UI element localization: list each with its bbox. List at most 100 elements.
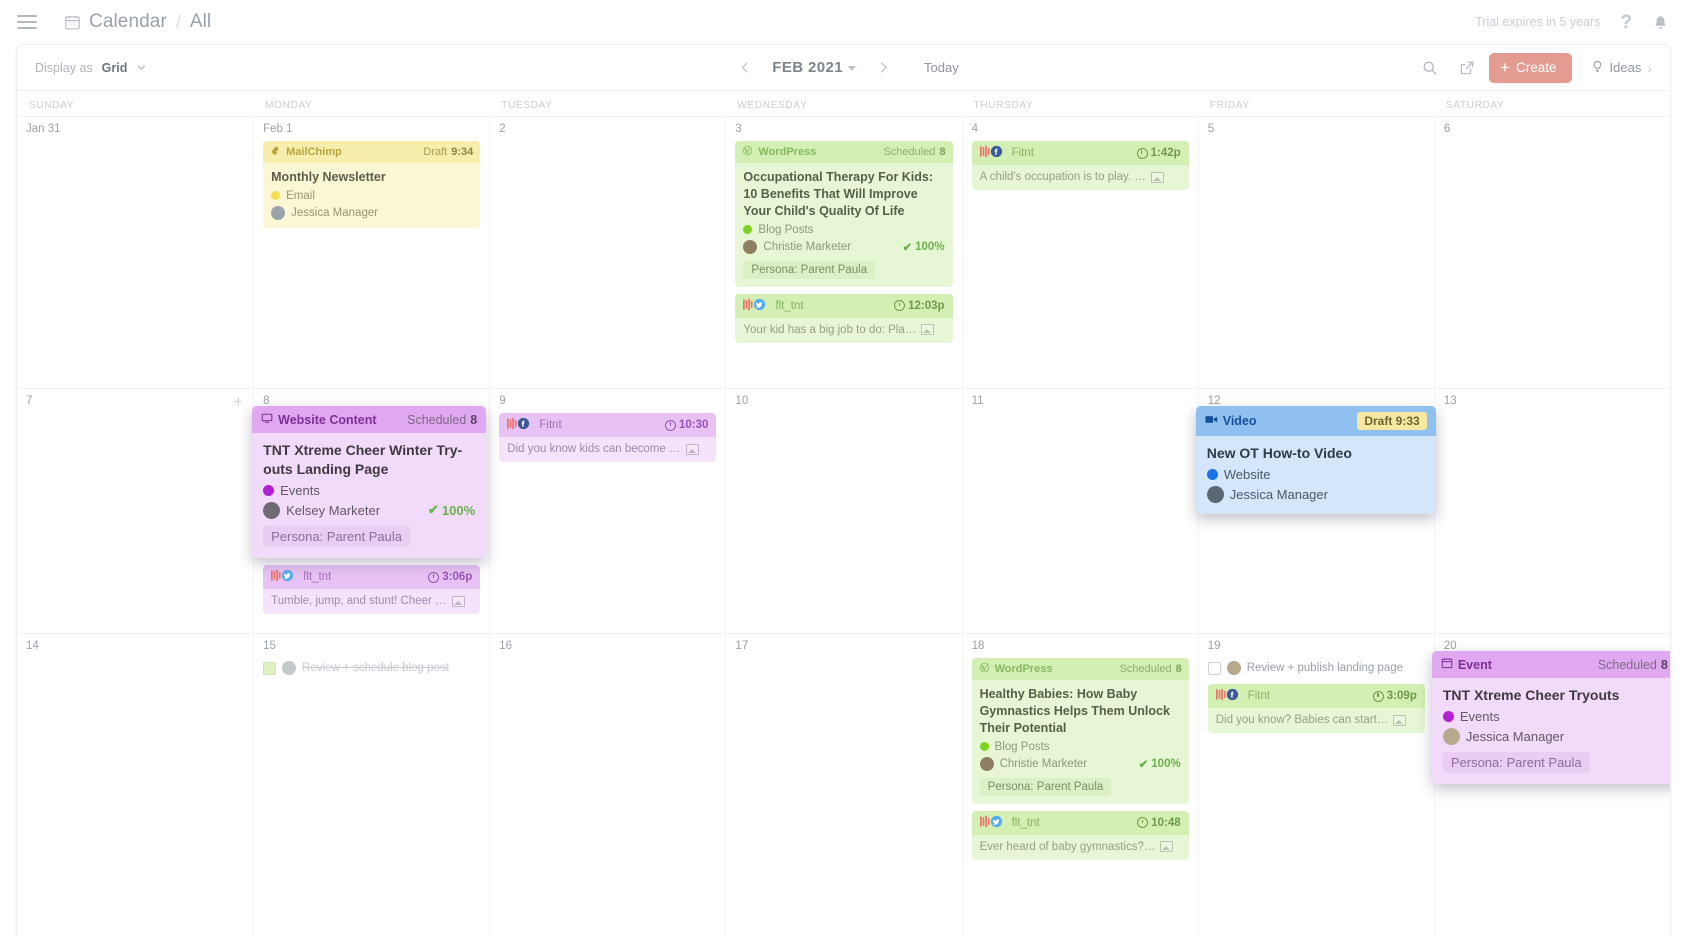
weekday-sunday: SUNDAY <box>29 100 75 111</box>
social-card-body: Did you know? Babies can start… <box>1207 708 1425 733</box>
day-cell-feb-1[interactable]: Feb 1 MailChimp Draft 9:34 Monthly Newsl… <box>253 117 489 388</box>
social-text: Ever heard of baby gymnastics?… <box>979 840 1156 853</box>
day-number: 19 <box>1207 640 1221 652</box>
card-tag: Persona: Parent Paula <box>1442 751 1590 773</box>
day-cell-feb-16[interactable]: 16 <box>489 634 725 936</box>
add-content-button[interactable]: + <box>233 393 243 410</box>
day-cell-feb-12[interactable]: 12 Video Draft 9:33 New OT How-to Video … <box>1195 389 1436 633</box>
create-button[interactable]: + Create <box>1489 52 1572 83</box>
card-category: Events <box>1459 708 1500 724</box>
twitter-icon <box>271 569 297 585</box>
page-title[interactable]: Calendar <box>89 11 167 33</box>
card-channel-label: Website Content <box>278 412 377 427</box>
day-cell-feb-10[interactable]: 10 <box>725 389 961 633</box>
social-card-header: Fitnt 1:42p <box>971 141 1189 165</box>
day-cell-feb-14[interactable]: 14 <box>17 634 253 936</box>
day-cell-feb-3[interactable]: 3 WordPress Scheduled 8 Occupational The… <box>725 117 961 388</box>
next-month-button[interactable] <box>866 53 900 83</box>
social-handle: flt_tnt <box>303 571 332 583</box>
day-cell-feb-2[interactable]: 2 <box>489 117 725 388</box>
day-cell-feb-5[interactable]: 5 <box>1197 117 1434 388</box>
display-as-selector[interactable]: Display as Grid <box>35 61 147 75</box>
day-cell-feb-20[interactable]: 20 Event Scheduled 8 TNT Xtreme Cheer Tr… <box>1431 634 1670 936</box>
twitter-icon <box>979 815 1006 831</box>
day-cell-jan-31[interactable]: Jan 31 <box>17 117 253 388</box>
breadcrumb-separator: / <box>175 11 181 32</box>
content-card-website-content[interactable]: Website Content Scheduled 8 TNT Xtreme C… <box>252 406 487 558</box>
category-color-dot <box>979 742 989 752</box>
avatar <box>979 756 994 771</box>
help-icon[interactable]: ? <box>1620 13 1632 32</box>
content-card-event[interactable]: Event Scheduled 8 TNT Xtreme Cheer Tryou… <box>1431 651 1670 784</box>
day-cell-feb-17[interactable]: 17 <box>725 634 961 936</box>
card-category-row: Blog Posts <box>979 741 1181 753</box>
mailchimp-icon <box>270 145 281 159</box>
day-cell-feb-7[interactable]: 7 + <box>17 389 253 633</box>
avatar <box>1442 727 1460 745</box>
day-number: 18 <box>971 640 985 652</box>
task-checkbox[interactable] <box>263 661 277 675</box>
day-cell-feb-13[interactable]: 13 <box>1433 389 1670 633</box>
content-card-mailchimp[interactable]: MailChimp Draft 9:34 Monthly Newsletter … <box>263 141 481 228</box>
day-cell-feb-8[interactable]: 8 flt_tnt 3:06p Tumble, jump, and stunt!… <box>252 389 489 633</box>
social-card-facebook-feb9[interactable]: Fitnt 10:30 Did you know kids can become… <box>499 413 717 462</box>
social-card-twitter-feb18[interactable]: flt_tnt 10:48 Ever heard of baby gymnast… <box>971 810 1189 860</box>
card-category: Email <box>286 189 315 202</box>
monitor-icon <box>261 412 273 427</box>
day-number: Feb 1 <box>263 123 293 135</box>
card-completion-value: 100% <box>915 240 945 253</box>
today-button[interactable]: Today <box>924 60 959 75</box>
toolbar-right-group: + Create Ideas › <box>1415 52 1658 83</box>
prev-month-button[interactable] <box>728 53 762 83</box>
card-author: Jessica Manager <box>1465 728 1565 744</box>
notification-bell-icon[interactable] <box>1652 14 1669 31</box>
card-title: TNT Xtreme Cheer Winter Try-outs Landing… <box>263 442 463 477</box>
social-time: 12:03p <box>908 299 945 312</box>
social-card-twitter-feb3[interactable]: flt_tnt 12:03p Your kid has a big job to… <box>735 293 953 343</box>
social-card-body: Your kid has a big job to do: Pla… <box>735 317 953 343</box>
social-card-facebook-feb19[interactable]: Fitnt 3:09p Did you know? Babies can sta… <box>1207 684 1425 733</box>
day-cell-feb-9[interactable]: 9 Fitnt 10:30 Did you know kids can beco… <box>489 389 725 633</box>
share-icon[interactable] <box>1452 53 1482 83</box>
content-card-wordpress-ot[interactable]: WordPress Scheduled 8 Occupational Thera… <box>735 141 953 287</box>
social-card-facebook-feb4[interactable]: Fitnt 1:42p A child's occupation is to p… <box>971 141 1189 190</box>
social-time: 10:30 <box>679 419 709 431</box>
day-cell-feb-15[interactable]: 15 Review + schedule blog post <box>253 634 489 936</box>
social-card-header: flt_tnt 12:03p <box>735 293 953 318</box>
day-cell-feb-11[interactable]: 11 <box>961 389 1198 633</box>
day-cell-feb-18[interactable]: 18 WordPress Scheduled 8 Healthy Babies:… <box>961 634 1198 936</box>
content-card-video[interactable]: Video Draft 9:33 New OT How-to Video Web… <box>1195 406 1436 514</box>
day-cell-feb-19[interactable]: 19 Review + publish landing page Fitnt 3… <box>1197 634 1434 936</box>
hamburger-icon[interactable] <box>14 9 40 35</box>
ideas-button-label: Ideas <box>1609 60 1642 75</box>
avatar <box>271 205 286 220</box>
day-cell-feb-4[interactable]: 4 Fitnt 1:42p A child's occupation is to… <box>961 117 1198 388</box>
card-header: WordPress Scheduled 8 <box>971 658 1189 680</box>
day-number: 7 <box>26 395 33 407</box>
card-count: 8 <box>1175 663 1182 675</box>
breadcrumb-view-name[interactable]: All <box>190 11 211 33</box>
month-label[interactable]: FEB 2021 <box>772 59 857 76</box>
card-author: Christie Marketer <box>999 757 1088 770</box>
app-header: Calendar / All Trial expires in 5 years … <box>0 0 1687 44</box>
social-card-twitter-feb8[interactable]: flt_tnt 3:06p Tumble, jump, and stunt! C… <box>263 565 481 614</box>
day-number: 2 <box>499 123 506 135</box>
ideas-button[interactable]: Ideas › <box>1579 60 1658 76</box>
card-author: Christie Marketer <box>763 240 851 253</box>
card-category-row: Events <box>1442 708 1666 724</box>
card-author-row: Jessica Manager <box>1442 727 1666 745</box>
weekday-saturday: SATURDAY <box>1445 100 1505 111</box>
task-item-feb15[interactable]: Review + schedule blog post <box>263 658 480 678</box>
social-card-body: Did you know kids can become … <box>499 437 717 462</box>
task-checkbox[interactable] <box>1207 661 1221 675</box>
breadcrumb: Calendar / All <box>64 11 211 33</box>
search-icon[interactable] <box>1415 53 1445 83</box>
social-handle: flt_tnt <box>1011 816 1040 829</box>
card-body: Occupational Therapy For Kids: 10 Benefi… <box>735 163 953 287</box>
day-cell-feb-6[interactable]: 6 <box>1433 117 1670 388</box>
task-label: Review + schedule blog post <box>302 662 449 674</box>
card-header: Video Draft 9:33 <box>1195 406 1436 436</box>
task-item-feb19[interactable]: Review + publish landing page <box>1207 658 1425 678</box>
card-category-row: Blog Posts <box>743 224 944 236</box>
content-card-wordpress-babies[interactable]: WordPress Scheduled 8 Healthy Babies: Ho… <box>971 658 1189 804</box>
